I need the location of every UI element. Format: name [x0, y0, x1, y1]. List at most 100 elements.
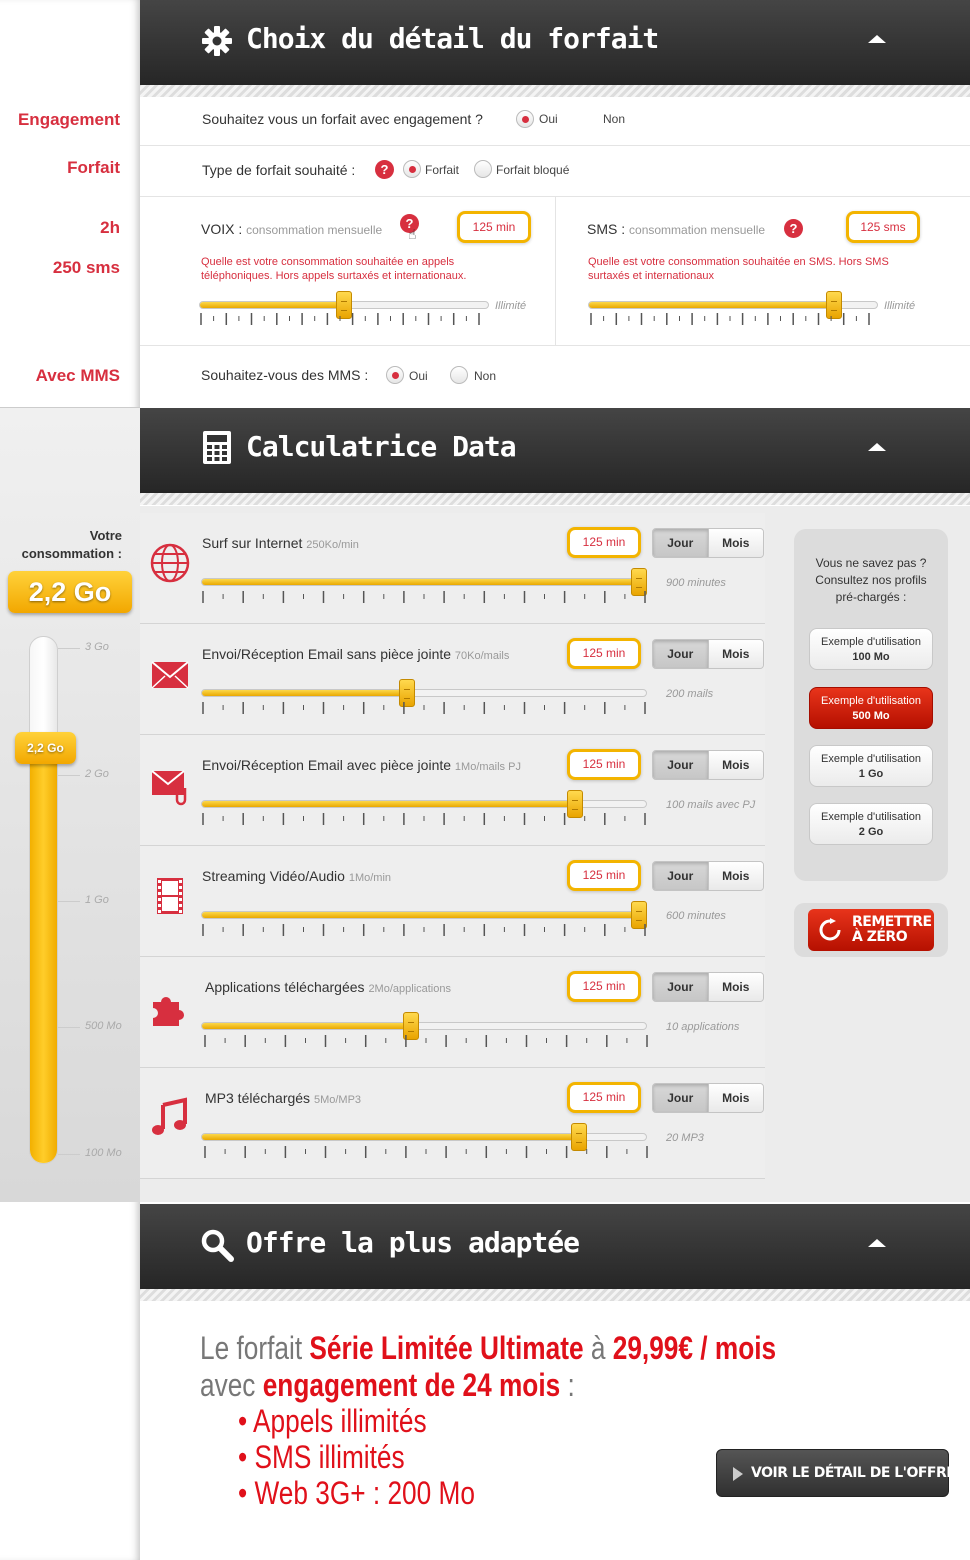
profile-button-100mo[interactable]: Exemple d'utilisation 100 Mo [809, 628, 933, 670]
divider-stripe [140, 493, 970, 505]
section-title: Offre la plus adaptée [246, 1226, 580, 1259]
data-row-slider-fill [202, 801, 576, 807]
data-row-value-box[interactable]: 125 min [567, 638, 641, 669]
data-row-slider-ticks [202, 591, 646, 603]
sms-slider-fill [589, 302, 835, 308]
mail-icon [149, 653, 191, 700]
film-icon [149, 875, 191, 922]
type-bloque-radio[interactable] [474, 160, 492, 178]
data-row-value-box[interactable]: 125 min [567, 971, 641, 1002]
data-row-slider-ticks [202, 813, 646, 825]
profile-button-500mo[interactable]: Exemple d'utilisation 500 Mo [809, 687, 933, 729]
voix-slider-ticks [200, 313, 480, 325]
help-icon[interactable]: ? [375, 160, 394, 179]
data-row-label: Streaming Vidéo/Audio 1Mo/min [202, 868, 392, 884]
profile-button-1go[interactable]: Exemple d'utilisation 1 Go [809, 745, 933, 787]
calculator-icon [203, 431, 231, 464]
jour-button[interactable]: Jour [653, 862, 708, 890]
profile-button-2go[interactable]: Exemple d'utilisation 2 Go [809, 803, 933, 845]
jour-button[interactable]: Jour [653, 751, 708, 779]
mail-attachment-icon [149, 764, 191, 811]
data-row-value-box[interactable]: 125 min [567, 1082, 641, 1113]
section-header-data[interactable]: Calculatrice Data [140, 408, 970, 493]
consumption-value-badge: 2,2 Go [8, 571, 132, 613]
data-row-slider-fill [202, 912, 640, 918]
mms-non-radio[interactable] [450, 366, 468, 384]
engagement-oui-radio[interactable] [516, 110, 534, 128]
data-row-slider-fill [202, 1134, 580, 1140]
reset-button[interactable]: REMETTRE À ZÉRO [808, 909, 934, 951]
data-row-value-box[interactable]: 125 min [567, 860, 641, 891]
voix-help-text: Quelle est votre consommation souhaitée … [201, 256, 467, 282]
type-bloque-label[interactable]: Forfait bloqué [496, 163, 569, 177]
data-row-slider-track[interactable] [201, 1022, 647, 1030]
divider-stripe [140, 85, 970, 97]
offer-line-2: avec engagement de 24 mois : [200, 1367, 575, 1403]
section-header-offre[interactable]: Offre la plus adaptée [140, 1204, 970, 1289]
sidebar-forfait-label: Forfait [67, 158, 120, 177]
period-toggle[interactable]: Jour Mois [652, 1083, 764, 1113]
collapse-arrow-icon[interactable] [868, 35, 886, 43]
sms-help-icon[interactable]: ? [784, 219, 803, 238]
divider [140, 145, 970, 146]
engagement-non-label[interactable]: Non [603, 112, 625, 126]
mms-non-label[interactable]: Non [474, 369, 496, 383]
divider-stripe [140, 1289, 970, 1301]
gear-icon [202, 26, 232, 56]
voix-slider-fill [200, 302, 345, 308]
mms-oui-label[interactable]: Oui [409, 369, 428, 383]
voix-value-box[interactable]: 125 min [457, 211, 531, 243]
data-row-slider-fill [202, 690, 408, 696]
data-row-caption: 600 minutes [666, 910, 726, 922]
data-row-label: Applications téléchargées 2Mo/applicatio… [205, 979, 451, 995]
period-toggle[interactable]: Jour Mois [652, 750, 764, 780]
offer-line-1: Le forfait Série Limitée Ultimate à 29,9… [200, 1330, 777, 1366]
mms-oui-radio[interactable] [386, 366, 404, 384]
data-row-slider-track[interactable] [201, 689, 647, 697]
sms-value-box[interactable]: 125 sms [846, 211, 920, 243]
data-row-slider-ticks [202, 924, 646, 936]
data-row-value-box[interactable]: 125 min [567, 527, 641, 558]
data-row-label: Envoi/Réception Email avec pièce jointe … [202, 757, 521, 773]
mois-button[interactable]: Mois [707, 640, 763, 668]
data-row-label: Surf sur Internet 250Ko/min [202, 535, 359, 551]
data-row-value-box[interactable]: 125 min [567, 749, 641, 780]
gauge-tick [58, 648, 80, 649]
gauge-tick [58, 1154, 80, 1155]
offer-bullets: • Appels illimités • SMS illimités • Web… [238, 1403, 475, 1511]
section-header-forfait[interactable]: Choix du détail du forfait [140, 0, 970, 85]
jour-button[interactable]: Jour [653, 1084, 708, 1112]
data-row-label: Envoi/Réception Email sans pièce jointe … [202, 646, 510, 662]
data-row-slider-fill [202, 579, 640, 585]
collapse-arrow-icon[interactable] [868, 1239, 886, 1247]
data-row-caption: 20 MP3 [666, 1132, 704, 1144]
data-row-slider-track[interactable] [201, 911, 647, 919]
period-toggle[interactable]: Jour Mois [652, 528, 764, 558]
profiles-intro: Vous ne savez pas ? Consultez nos profils… [815, 556, 927, 604]
profiles-panel: Vous ne savez pas ? Consultez nos profils… [794, 529, 948, 881]
puzzle-icon [149, 986, 191, 1033]
collapse-arrow-icon[interactable] [868, 443, 886, 451]
type-forfait-radio[interactable] [403, 160, 421, 178]
jour-button[interactable]: Jour [653, 640, 708, 668]
gauge-value-badge: 2,2 Go [15, 732, 76, 764]
period-toggle[interactable]: Jour Mois [652, 861, 764, 891]
period-toggle[interactable]: Jour Mois [652, 639, 764, 669]
mois-button[interactable]: Mois [707, 529, 763, 557]
gauge-fill [30, 735, 57, 1163]
mois-button[interactable]: Mois [707, 862, 763, 890]
jour-button[interactable]: Jour [653, 529, 708, 557]
see-offer-button[interactable]: VOIR LE DÉTAIL DE L'OFFRE [716, 1449, 956, 1497]
type-forfait-label[interactable]: Forfait [425, 163, 459, 177]
period-toggle[interactable]: Jour Mois [652, 972, 764, 1002]
engagement-oui-label[interactable]: Oui [539, 112, 558, 126]
divider [140, 345, 970, 346]
data-row-slider-ticks [204, 1035, 648, 1047]
music-note-icon [149, 1097, 191, 1144]
offer-bullet: • Web 3G+ : 200 Mo [238, 1475, 475, 1511]
mois-button[interactable]: Mois [707, 1084, 763, 1112]
data-row-slider-track[interactable] [201, 578, 647, 586]
jour-button[interactable]: Jour [653, 973, 708, 1001]
mois-button[interactable]: Mois [707, 973, 763, 1001]
mois-button[interactable]: Mois [707, 751, 763, 779]
